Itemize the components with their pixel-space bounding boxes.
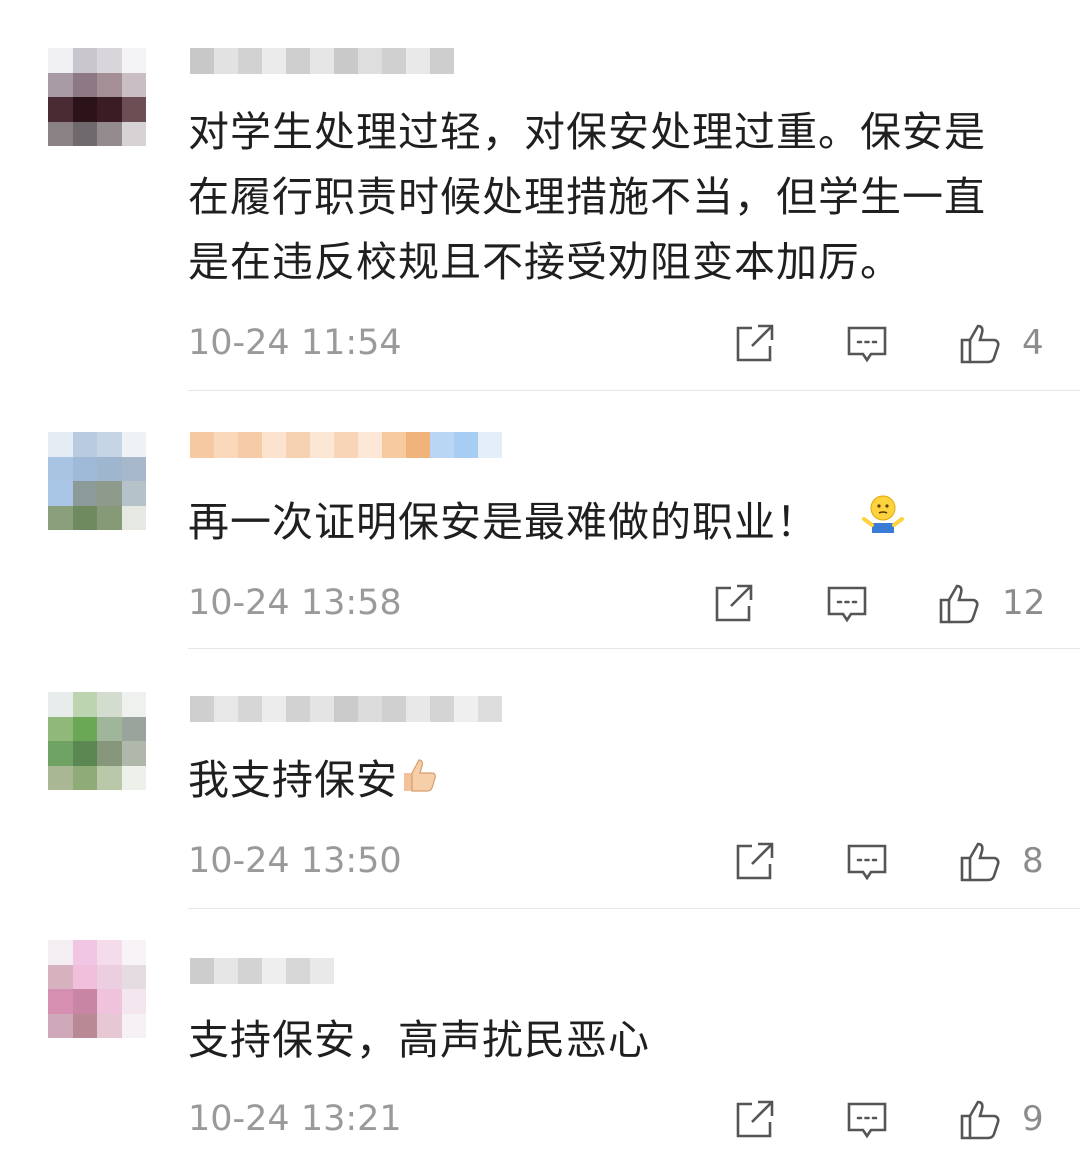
like-count: 8	[1022, 841, 1044, 881]
username-blurred[interactable]	[190, 958, 334, 984]
comment-text: 我支持保安	[188, 748, 1058, 816]
comment-text: 对学生处理过轻，对保安处理过重。保安是 在履行职责时候处理措施不当，但学生一直 …	[188, 108, 986, 286]
avatar[interactable]	[48, 48, 146, 146]
comment-text: 支持保安，高声扰民恶心	[188, 1016, 650, 1064]
username-blurred[interactable]	[190, 48, 454, 74]
share-icon[interactable]	[711, 582, 755, 626]
share-icon[interactable]	[732, 840, 776, 884]
comment-time: 10-24 13:50	[188, 841, 402, 881]
comment-meta: 10-24 13:50 8	[0, 836, 1080, 886]
like-count: 9	[1022, 1099, 1044, 1139]
comment-icon[interactable]	[845, 1098, 889, 1142]
thumbs-up-icon[interactable]	[937, 582, 981, 626]
comment-time: 10-24 13:21	[188, 1099, 402, 1139]
comment-item: 支持保安，高声扰民恶心 10-24 13:21 9	[0, 908, 1080, 1165]
avatar[interactable]	[48, 692, 146, 790]
comment-item: 对学生处理过轻，对保安处理过重。保安是 在履行职责时候处理措施不当，但学生一直 …	[0, 0, 1080, 390]
comment-meta: 10-24 11:54 4	[0, 318, 1080, 368]
comment-time: 10-24 13:58	[188, 583, 402, 623]
comment-icon[interactable]	[845, 322, 889, 366]
thumbs-up-icon[interactable]	[958, 1098, 1002, 1142]
comment-icon[interactable]	[825, 582, 869, 626]
thumbs-up-icon[interactable]	[958, 322, 1002, 366]
comment-meta: 10-24 13:58 12	[0, 578, 1080, 628]
username-blurred[interactable]	[190, 432, 502, 458]
comment-item: 再一次证明保安是最难做的职业！ 10-24 13:58 12	[0, 390, 1080, 648]
comment-icon[interactable]	[845, 840, 889, 884]
share-icon[interactable]	[732, 1098, 776, 1142]
comment-meta: 10-24 13:21 9	[0, 1094, 1080, 1144]
avatar[interactable]	[48, 940, 146, 1038]
share-icon[interactable]	[732, 322, 776, 366]
comment-text: 再一次证明保安是最难做的职业！	[188, 490, 1058, 558]
like-count: 12	[1002, 583, 1046, 623]
comment-item: 我支持保安 10-24 13:50 8	[0, 648, 1080, 908]
avatar[interactable]	[48, 432, 146, 530]
comment-time: 10-24 11:54	[188, 323, 402, 363]
username-blurred[interactable]	[190, 696, 502, 722]
thumbs-up-emoji	[398, 751, 442, 816]
shrug-emoji	[860, 493, 906, 558]
like-count: 4	[1022, 323, 1044, 363]
thumbs-up-icon[interactable]	[958, 840, 1002, 884]
